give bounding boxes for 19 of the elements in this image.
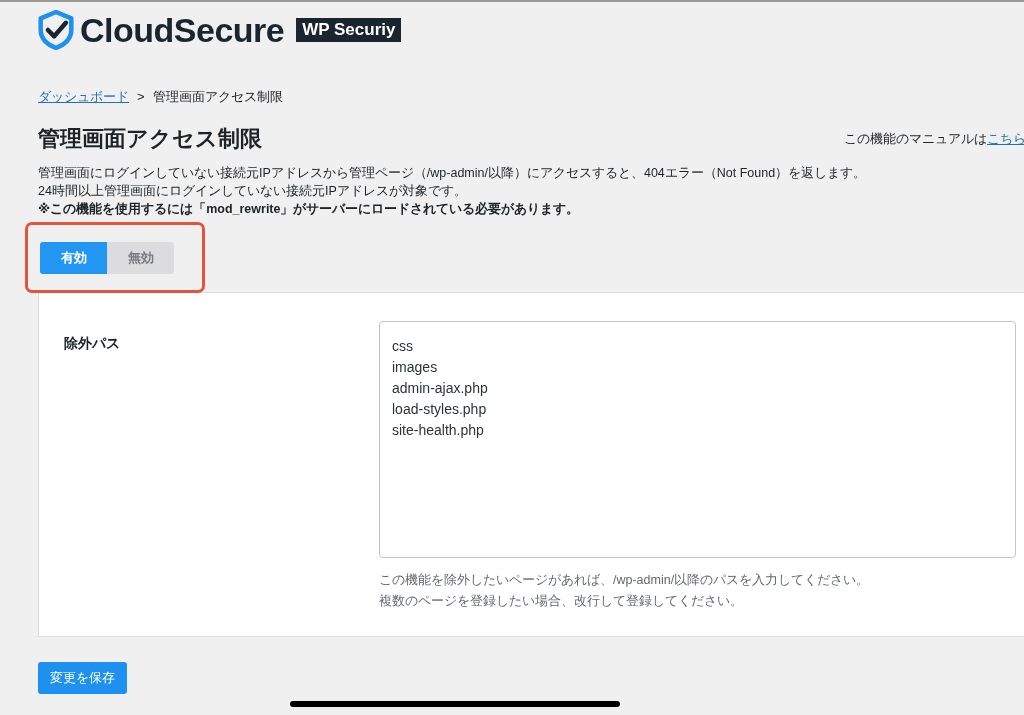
input-field[interactable]: css images admin-ajax.php load-styles.php site-health.php: [379, 321, 1016, 558]
logo-text: CloudSecure: [80, 10, 285, 50]
product-badge: WP Securiy: [296, 18, 402, 42]
page-title: 管理画面アクセス制限: [38, 125, 262, 153]
manual-link[interactable]: こちら: [987, 131, 1024, 146]
help-text: 複数のページを登録したい場合、改行して登録してください。: [379, 593, 744, 610]
help-text: この機能を除外したいページがあれば、/wp-admin/以降のパスを入力してください。: [379, 572, 871, 589]
save-button[interactable]: 変更を保存: [38, 662, 127, 694]
manual-text: この機能のマニュアルは: [844, 131, 987, 146]
description-text: 24時間以上管理画面にログインしていない接続元IPアドレスが対象です。: [38, 183, 468, 200]
description-text: ※この機能を使用するには「mod_rewrite」がサーバーにロードされている必要があります。: [38, 201, 581, 218]
shield-check-icon: [38, 10, 74, 50]
breadcrumb-separator: >: [137, 88, 145, 106]
description-text: 管理画面にログインしていない接続元IPアドレスから管理ページ（/wp-admin/以降）にアクセスすると、404エラー（Not Found）を返します。: [38, 165, 868, 182]
breadcrumb-current: 管理画面アクセス制限: [152, 88, 283, 106]
toggle-option[interactable]: 有効: [40, 242, 107, 274]
breadcrumb-link[interactable]: ダッシュボード: [38, 88, 129, 106]
field-label: 除外パス: [64, 334, 121, 353]
toggle-option[interactable]: 無効: [107, 242, 174, 274]
